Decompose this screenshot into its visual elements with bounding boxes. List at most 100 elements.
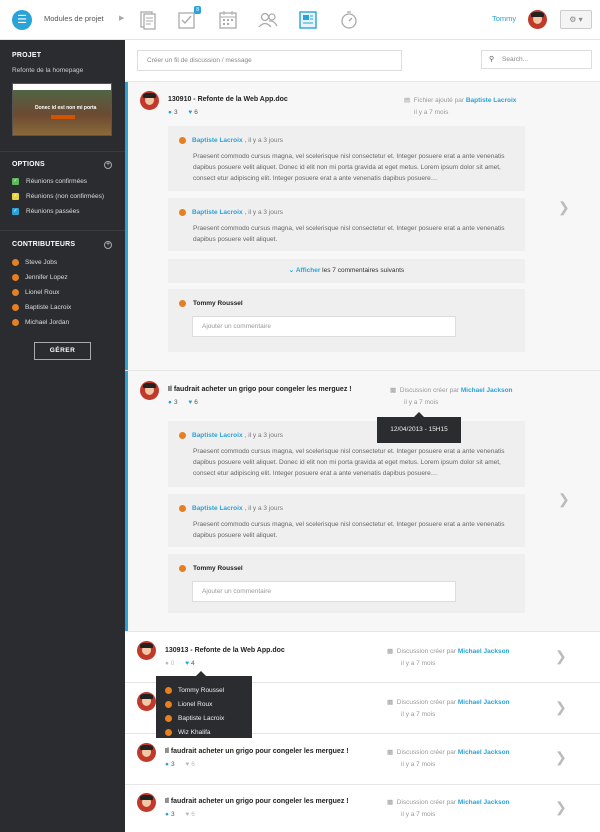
- chevron-right-icon[interactable]: ❯: [558, 491, 570, 508]
- meta-author[interactable]: Baptiste Lacroix: [466, 97, 517, 104]
- comment-count: 3: [173, 399, 178, 406]
- liker-item: Baptiste Lacroix: [165, 711, 252, 725]
- comment-input[interactable]: Ajouter un commentaire: [192, 581, 456, 602]
- comment-header: Baptiste Lacroix, il y a 3 jours: [179, 137, 283, 144]
- comment-icon: ●: [168, 109, 172, 116]
- liker-name: Baptiste Lacroix: [178, 714, 225, 722]
- heart-icon[interactable]: ♥: [185, 811, 189, 818]
- thread-title[interactable]: Il faudrait acheter un grigo pour congel…: [165, 798, 349, 805]
- add-option-icon[interactable]: +: [104, 161, 112, 169]
- users-icon[interactable]: [257, 9, 279, 31]
- search-input[interactable]: ⚲ Search...: [481, 50, 592, 69]
- avatar: [12, 259, 19, 266]
- comment-input[interactable]: Ajouter un commentaire: [192, 316, 456, 337]
- meta-author[interactable]: Michael Jackson: [461, 387, 513, 394]
- heart-icon[interactable]: ♥: [188, 109, 192, 116]
- settings-button[interactable]: ⚙ ▾: [560, 10, 592, 29]
- thread-item[interactable]: Il faudrait acheter un grigo pour congel…: [125, 371, 600, 631]
- docs-icon[interactable]: [136, 9, 158, 31]
- heart-icon[interactable]: ♥: [185, 761, 189, 768]
- comment-author[interactable]: Baptiste Lacroix: [192, 209, 243, 216]
- meta-author[interactable]: Michael Jackson: [458, 749, 510, 756]
- heart-icon[interactable]: ♥: [188, 399, 192, 406]
- comment-body: Praesent commodo cursus magna, vel scele…: [193, 153, 505, 182]
- thread-meta: ▩ Discussion créer par Michael Jackson: [387, 798, 577, 806]
- chevron-right-icon[interactable]: ❯: [555, 749, 567, 766]
- search-placeholder: Search...: [502, 56, 529, 63]
- thread-meta: ▤ Fichier ajouté par Baptiste Lacroix: [404, 96, 594, 104]
- menu-icon[interactable]: ☰: [12, 10, 32, 30]
- comment-author[interactable]: Baptiste Lacroix: [192, 137, 243, 144]
- liker-name: Lionel Roux: [178, 700, 213, 708]
- avatar: [165, 700, 172, 708]
- contributor-name: Jennifer Lopez: [25, 274, 68, 281]
- avatar: [12, 289, 19, 296]
- chevron-right-icon[interactable]: ❯: [555, 699, 567, 716]
- chat-icon: ▩: [387, 799, 394, 806]
- timer-icon[interactable]: [338, 9, 360, 31]
- option-past[interactable]: ✓ Réunions passées: [12, 208, 79, 215]
- avatar: [179, 432, 186, 439]
- comment-body: Praesent commodo cursus magna, vel scele…: [193, 225, 505, 243]
- thread-item[interactable]: 130910 - Refonte de la Web App.doc ● 3 ♥ 6…: [125, 82, 600, 370]
- comment-author[interactable]: Baptiste Lacroix: [192, 432, 243, 439]
- comment-header: Baptiste Lacroix, il y a 3 jours: [179, 432, 283, 439]
- avatar: [179, 137, 186, 144]
- discussion-icon[interactable]: [297, 9, 319, 31]
- thread-stats: ● 3 ♥ 6: [165, 811, 195, 818]
- contributor-item[interactable]: Steve Jobs: [12, 259, 57, 266]
- contributor-item[interactable]: Jennifer Lopez: [12, 274, 68, 281]
- add-contributor-icon[interactable]: +: [104, 241, 112, 249]
- thread-stats: ● 3 ♥ 6: [168, 399, 198, 406]
- contributor-name: Steve Jobs: [25, 259, 58, 266]
- avatar: [179, 565, 186, 572]
- show-more-comments-button[interactable]: ⌄ Afficher les 7 commentaires suivants: [168, 259, 525, 283]
- liker-name: Wiz Khalifa: [178, 728, 211, 736]
- option-confirmed[interactable]: ✓ Réunions confirmées: [12, 178, 87, 185]
- comment-body: Praesent commodo cursus magna, vel scele…: [193, 448, 505, 477]
- checkbox-icon[interactable]: ✓: [12, 208, 19, 215]
- calendar-icon[interactable]: [217, 9, 239, 31]
- thumbnail-header: [13, 84, 111, 90]
- manage-button[interactable]: GÉRER: [34, 342, 91, 360]
- thread-title[interactable]: 130913 - Refonte de la Web App.doc: [165, 647, 285, 654]
- checkbox-icon[interactable]: ✓: [12, 193, 19, 200]
- user-name[interactable]: Tommy: [492, 14, 516, 23]
- liker-name: Tommy Roussel: [178, 686, 225, 694]
- search-icon: ⚲: [489, 56, 495, 63]
- file-icon: ▤: [404, 97, 411, 104]
- meta-author[interactable]: Michael Jackson: [458, 648, 510, 655]
- project-thumbnail[interactable]: Donec id est non mi porta: [12, 83, 112, 136]
- like-count: 6: [191, 811, 195, 818]
- option-unconfirmed[interactable]: ✓ Réunions (non confirmées): [12, 193, 104, 200]
- show-more-link[interactable]: Afficher: [296, 267, 321, 274]
- thumbnail-button: [51, 115, 75, 119]
- comment-card: Baptiste Lacroix, il y a 3 jours Praesen…: [168, 494, 525, 547]
- meta-author[interactable]: Michael Jackson: [458, 799, 510, 806]
- contributor-item[interactable]: Michael Jordan: [12, 319, 69, 326]
- chevron-right-icon[interactable]: ❯: [555, 648, 567, 665]
- chevron-right-icon[interactable]: ❯: [558, 199, 570, 216]
- thread-title[interactable]: Il faudrait acheter un grigo pour congel…: [168, 386, 352, 393]
- comment-time: , il y a 3 jours: [244, 505, 283, 512]
- meta-author[interactable]: Michael Jackson: [458, 699, 510, 706]
- contributor-item[interactable]: Lionel Roux: [12, 289, 59, 296]
- chevron-right-icon[interactable]: ❯: [555, 799, 567, 816]
- comment-count: 3: [170, 811, 175, 818]
- thread-item[interactable]: Il faudrait acheter un grigo pour congel…: [125, 785, 600, 832]
- thread-title[interactable]: 130910 - Refonte de la Web App.doc: [168, 96, 288, 103]
- checklist-icon[interactable]: 8: [176, 6, 201, 31]
- thread-item[interactable]: Il faudrait acheter un grigo pour congel…: [125, 734, 600, 784]
- project-name: Refonte de la homepage: [12, 67, 84, 74]
- top-bar: ☰ Modules de projet ▶ 8 Tommy ⚙ ▾: [0, 0, 600, 40]
- comment-time: , il y a 3 jours: [244, 432, 283, 439]
- comment-icon: ●: [165, 660, 169, 667]
- meta-prefix: Discussion créer par: [396, 648, 458, 655]
- thread-title[interactable]: Il faudrait acheter un grigo pour congel…: [165, 748, 349, 755]
- contributor-item[interactable]: Baptiste Lacroix: [12, 304, 71, 311]
- checkbox-icon[interactable]: ✓: [12, 178, 19, 185]
- user-avatar[interactable]: [528, 10, 547, 29]
- heart-icon[interactable]: ♥: [185, 660, 189, 667]
- new-thread-input[interactable]: Créer un fil de discussion / message: [137, 50, 402, 71]
- comment-author[interactable]: Baptiste Lacroix: [192, 505, 243, 512]
